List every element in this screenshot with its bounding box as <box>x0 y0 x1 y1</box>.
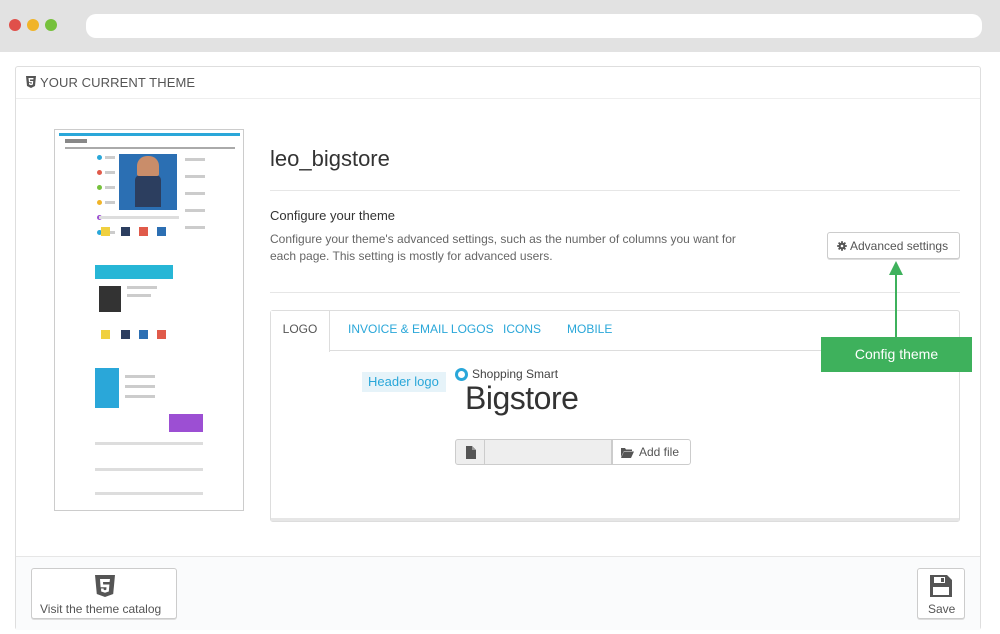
tab-icons[interactable]: ICONS <box>503 322 541 336</box>
panel-title: YOUR CURRENT THEME <box>40 75 196 90</box>
configure-title: Configure your theme <box>270 208 396 223</box>
html5-icon <box>26 76 36 88</box>
advanced-settings-label: Advanced settings <box>850 239 949 253</box>
file-icon <box>466 446 476 459</box>
html5-icon <box>95 575 115 597</box>
logo-brand: Bigstore <box>465 380 579 416</box>
save-label: Save <box>928 602 956 616</box>
window-maximize-dot[interactable] <box>45 19 57 31</box>
current-theme-panel: YOUR CURRENT THEME leo_bigstore Configur… <box>15 66 981 630</box>
panel-footer: Visit the theme catalog Save <box>16 556 980 630</box>
advanced-settings-button[interactable]: Advanced settings <box>827 232 960 259</box>
window-minimize-dot[interactable] <box>27 19 39 31</box>
divider <box>270 190 960 191</box>
folder-open-icon <box>621 448 634 458</box>
file-icon-addon <box>455 439 485 465</box>
file-name-input[interactable] <box>484 439 612 465</box>
catalog-label: Visit the theme catalog <box>40 602 162 616</box>
window-close-dot[interactable] <box>9 19 21 31</box>
panel-heading: YOUR CURRENT THEME <box>16 67 980 99</box>
logo-tagline: Shopping Smart <box>472 367 559 381</box>
save-button[interactable]: Save <box>917 568 965 619</box>
gear-icon <box>837 241 847 251</box>
config-theme-callout: Config theme <box>821 337 972 372</box>
browser-chrome <box>0 0 1000 52</box>
tab-logo[interactable]: LOGO <box>271 311 330 352</box>
configure-description: Configure your theme's advanced settings… <box>270 232 736 263</box>
floppy-disk-icon <box>930 575 952 597</box>
address-bar[interactable] <box>86 14 982 38</box>
header-logo-label: Header logo <box>362 372 446 392</box>
add-file-label: Add file <box>639 445 680 459</box>
add-file-button[interactable]: Add file <box>612 439 691 465</box>
header-logo-image: Shopping Smart Bigstore <box>455 366 595 422</box>
theme-name: leo_bigstore <box>270 146 390 171</box>
divider <box>270 292 960 293</box>
callout-arrow <box>889 261 903 339</box>
visit-theme-catalog-button[interactable]: Visit the theme catalog <box>31 568 177 619</box>
theme-preview-image <box>54 129 244 511</box>
tab-mobile[interactable]: MOBILE <box>567 322 612 336</box>
tab-invoice-email-logos[interactable]: INVOICE & EMAIL LOGOS <box>348 322 494 336</box>
page-viewport: YOUR CURRENT THEME leo_bigstore Configur… <box>0 52 1000 634</box>
